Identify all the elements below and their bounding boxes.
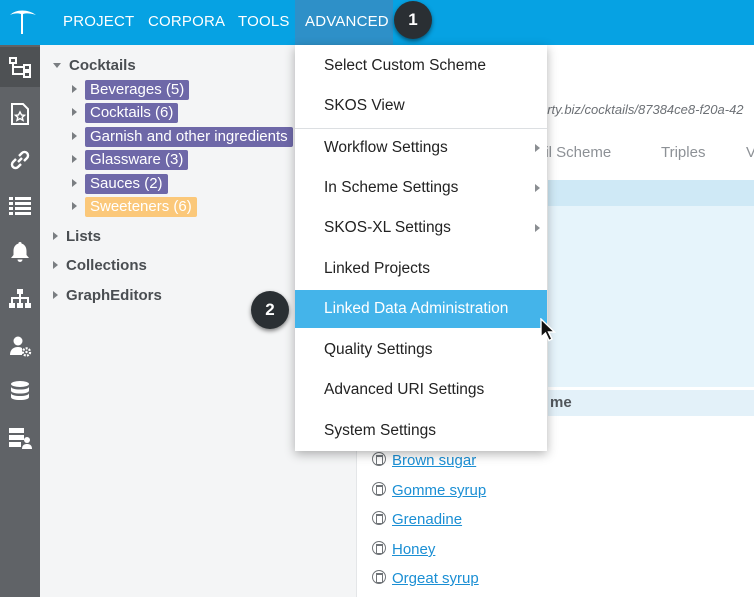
trash-icon[interactable]: [372, 452, 386, 466]
tree-chip[interactable]: Sweeteners (6): [85, 197, 197, 217]
menu-item-quality-settings[interactable]: Quality Settings: [295, 331, 547, 369]
logo-icon[interactable]: [0, 0, 46, 45]
mouse-cursor-icon: [540, 317, 558, 347]
tree-chip[interactable]: Garnish and other ingredients: [85, 127, 293, 147]
tree-item-beverages[interactable]: Beverages (5): [72, 80, 190, 100]
term-link[interactable]: Honey: [392, 541, 435, 558]
menu-item-system-settings[interactable]: System Settings: [295, 412, 547, 450]
trash-icon[interactable]: [372, 541, 386, 555]
icon-sidebar: [0, 45, 40, 597]
taxonomy-icon[interactable]: [0, 47, 40, 87]
nav-tools[interactable]: TOOLS: [238, 0, 290, 45]
tree-section-lists[interactable]: Lists: [53, 228, 101, 248]
chevron-right-icon[interactable]: [53, 232, 58, 240]
tab-more[interactable]: V: [746, 144, 754, 161]
term-link[interactable]: Orgeat syrup: [392, 570, 479, 587]
chevron-right-icon[interactable]: [53, 261, 58, 269]
chevron-right-icon[interactable]: [72, 155, 77, 163]
menu-item-label: SKOS-XL Settings: [324, 219, 451, 236]
term-link[interactable]: Gomme syrup: [392, 482, 486, 499]
nav-project[interactable]: PROJECT: [63, 0, 134, 45]
chevron-right-icon[interactable]: [72, 132, 77, 140]
chevron-down-icon[interactable]: [53, 63, 61, 68]
list-item[interactable]: Orgeat syrup: [372, 570, 479, 590]
menu-item-linked-data-administration[interactable]: Linked Data Administration: [295, 290, 547, 328]
user-settings-icon[interactable]: [0, 326, 40, 366]
menu-item-linked-projects[interactable]: Linked Projects: [295, 250, 547, 288]
step-badge-1: 1: [394, 1, 432, 39]
trash-icon[interactable]: [372, 570, 386, 584]
list-icon[interactable]: [0, 186, 40, 226]
trash-icon[interactable]: [372, 482, 386, 496]
nav-advanced[interactable]: ADVANCED: [295, 0, 393, 45]
submenu-arrow-icon: [535, 224, 540, 232]
tree-item-glassware[interactable]: Glassware (3): [72, 150, 189, 170]
hierarchy-icon[interactable]: [0, 279, 40, 319]
document-star-icon[interactable]: [0, 94, 40, 134]
list-item[interactable]: Gomme syrup: [372, 482, 486, 502]
concept-uri: arty.biz/cocktails/87384ce8-f20a-42: [540, 102, 744, 117]
tree-item-sweeteners[interactable]: Sweeteners (6): [72, 197, 197, 217]
chevron-right-icon[interactable]: [53, 291, 58, 299]
tree-item-sauces[interactable]: Sauces (2): [72, 174, 168, 194]
menu-item-skosxl-settings[interactable]: SKOS-XL Settings: [295, 209, 547, 247]
tree-item-cocktails[interactable]: Cocktails (6): [72, 103, 179, 123]
menu-item-select-custom-scheme[interactable]: Select Custom Scheme: [295, 47, 547, 85]
tree-section-collections[interactable]: Collections: [53, 257, 147, 277]
nav-corpora[interactable]: CORPORA: [148, 0, 225, 45]
link-icon[interactable]: [0, 140, 40, 180]
trash-icon[interactable]: [372, 511, 386, 525]
database-icon[interactable]: [0, 372, 40, 412]
menu-item-label: In Scheme Settings: [324, 179, 459, 196]
list-item[interactable]: Honey: [372, 541, 435, 561]
menu-item-skos-view[interactable]: SKOS View: [295, 87, 547, 125]
chevron-right-icon[interactable]: [72, 108, 77, 116]
advanced-dropdown-menu: Select Custom Scheme SKOS View Workflow …: [295, 45, 547, 451]
tree-chip[interactable]: Glassware (3): [85, 150, 189, 170]
list-item[interactable]: Grenadine: [372, 511, 462, 531]
tree-chip[interactable]: Sauces (2): [85, 174, 168, 194]
menu-item-workflow-settings[interactable]: Workflow Settings: [295, 129, 547, 167]
submenu-arrow-icon: [535, 144, 540, 152]
term-link[interactable]: Brown sugar: [392, 452, 476, 469]
tree-chip[interactable]: Beverages (5): [85, 80, 190, 100]
menu-item-label: Workflow Settings: [324, 139, 448, 156]
section-heading-text: me: [550, 394, 572, 411]
tab-triples[interactable]: Triples: [661, 144, 705, 161]
top-nav-bar: PROJECT CORPORA TOOLS ADVANCED: [0, 0, 754, 45]
chevron-right-icon[interactable]: [72, 85, 77, 93]
chevron-right-icon[interactable]: [72, 202, 77, 210]
detail-box: [548, 180, 754, 387]
step-badge-2: 2: [251, 291, 289, 329]
detail-box-header: [548, 180, 754, 206]
menu-item-advanced-uri-settings[interactable]: Advanced URI Settings: [295, 371, 547, 409]
section-heading: me: [548, 390, 754, 416]
tree-item-garnish[interactable]: Garnish and other ingredients: [72, 127, 293, 147]
tree-root-cocktails[interactable]: Cocktails: [53, 57, 136, 77]
chevron-right-icon[interactable]: [72, 179, 77, 187]
tree-section-grapheditors[interactable]: GraphEditors: [53, 287, 162, 307]
menu-item-in-scheme-settings[interactable]: In Scheme Settings: [295, 169, 547, 207]
list-item[interactable]: Brown sugar: [372, 452, 476, 472]
server-user-icon[interactable]: [0, 418, 40, 458]
submenu-arrow-icon: [535, 184, 540, 192]
tree-chip[interactable]: Cocktails (6): [85, 103, 179, 123]
term-link[interactable]: Grenadine: [392, 511, 462, 528]
bell-icon[interactable]: [0, 232, 40, 272]
tab-detail-scheme[interactable]: ail Scheme: [537, 144, 611, 161]
